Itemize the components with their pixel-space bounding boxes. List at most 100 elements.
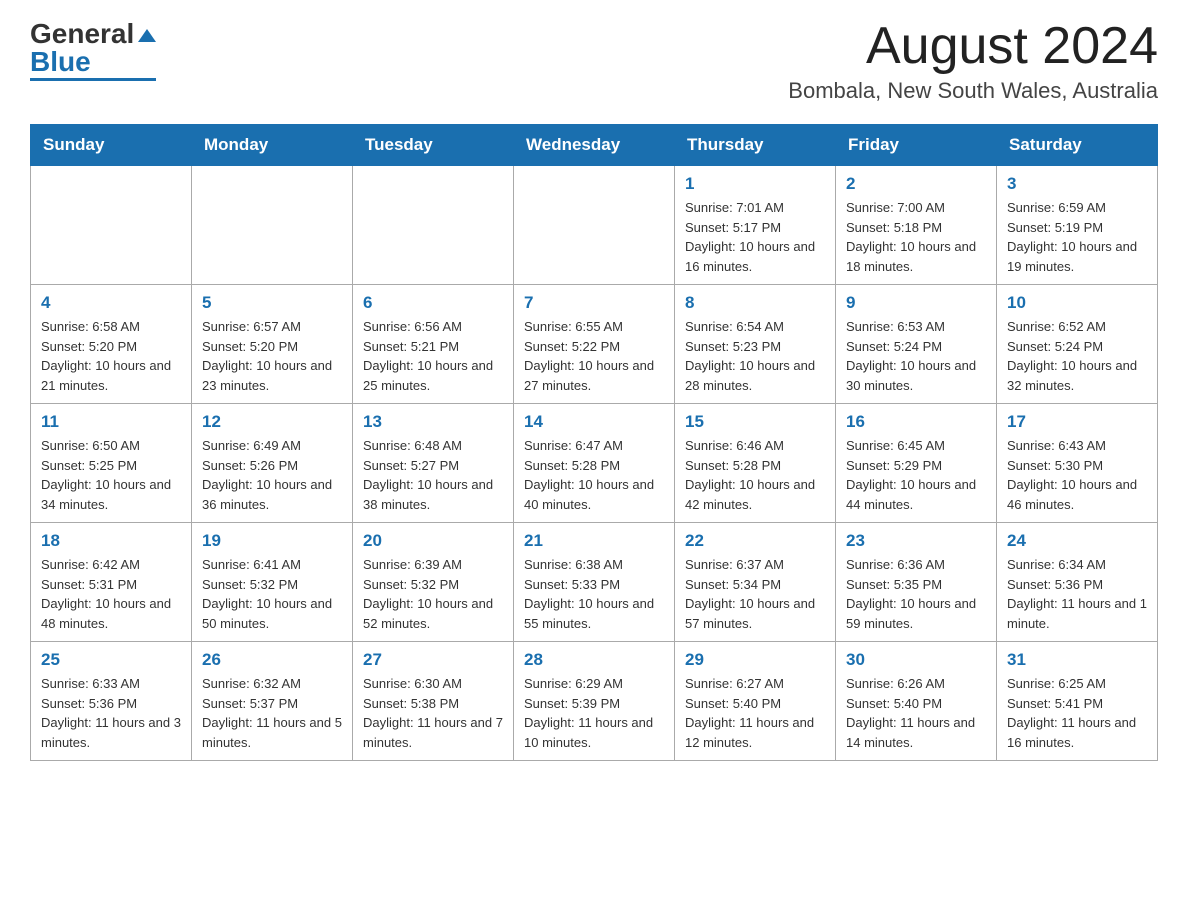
day-info: Sunrise: 6:37 AM Sunset: 5:34 PM Dayligh…: [685, 555, 825, 633]
calendar-cell: [353, 166, 514, 285]
calendar-header-row: Sunday Monday Tuesday Wednesday Thursday…: [31, 125, 1158, 166]
day-number: 8: [685, 293, 825, 313]
calendar-cell: 22 Sunrise: 6:37 AM Sunset: 5:34 PM Dayli…: [675, 523, 836, 642]
day-info: Sunrise: 6:34 AM Sunset: 5:36 PM Dayligh…: [1007, 555, 1147, 633]
day-info: Sunrise: 6:49 AM Sunset: 5:26 PM Dayligh…: [202, 436, 342, 514]
calendar-cell: 6 Sunrise: 6:56 AM Sunset: 5:21 PM Daylig…: [353, 285, 514, 404]
day-info: Sunrise: 6:54 AM Sunset: 5:23 PM Dayligh…: [685, 317, 825, 395]
day-number: 6: [363, 293, 503, 313]
day-number: 22: [685, 531, 825, 551]
day-number: 17: [1007, 412, 1147, 432]
day-number: 30: [846, 650, 986, 670]
day-number: 16: [846, 412, 986, 432]
day-number: 26: [202, 650, 342, 670]
calendar-cell: 8 Sunrise: 6:54 AM Sunset: 5:23 PM Daylig…: [675, 285, 836, 404]
calendar-cell: 13 Sunrise: 6:48 AM Sunset: 5:27 PM Dayli…: [353, 404, 514, 523]
month-title: August 2024: [788, 20, 1158, 72]
day-info: Sunrise: 6:29 AM Sunset: 5:39 PM Dayligh…: [524, 674, 664, 752]
day-number: 15: [685, 412, 825, 432]
location-title: Bombala, New South Wales, Australia: [788, 78, 1158, 104]
calendar-cell: 27 Sunrise: 6:30 AM Sunset: 5:38 PM Dayli…: [353, 642, 514, 761]
calendar-cell: 25 Sunrise: 6:33 AM Sunset: 5:36 PM Dayli…: [31, 642, 192, 761]
day-number: 23: [846, 531, 986, 551]
col-sunday: Sunday: [31, 125, 192, 166]
day-info: Sunrise: 6:56 AM Sunset: 5:21 PM Dayligh…: [363, 317, 503, 395]
day-info: Sunrise: 6:32 AM Sunset: 5:37 PM Dayligh…: [202, 674, 342, 752]
calendar-table: Sunday Monday Tuesday Wednesday Thursday…: [30, 124, 1158, 761]
calendar-cell: 30 Sunrise: 6:26 AM Sunset: 5:40 PM Dayli…: [836, 642, 997, 761]
day-number: 20: [363, 531, 503, 551]
calendar-cell: 4 Sunrise: 6:58 AM Sunset: 5:20 PM Daylig…: [31, 285, 192, 404]
col-tuesday: Tuesday: [353, 125, 514, 166]
day-number: 29: [685, 650, 825, 670]
day-info: Sunrise: 6:26 AM Sunset: 5:40 PM Dayligh…: [846, 674, 986, 752]
col-friday: Friday: [836, 125, 997, 166]
logo-underline: [30, 78, 156, 81]
page-header: General Blue August 2024 Bombala, New So…: [30, 20, 1158, 104]
day-info: Sunrise: 6:33 AM Sunset: 5:36 PM Dayligh…: [41, 674, 181, 752]
calendar-cell: [514, 166, 675, 285]
calendar-cell: 29Sunrise: 6:27 AM Sunset: 5:40 PM Dayli…: [675, 642, 836, 761]
calendar-cell: [31, 166, 192, 285]
day-info: Sunrise: 6:50 AM Sunset: 5:25 PM Dayligh…: [41, 436, 181, 514]
logo-blue-text: Blue: [30, 48, 91, 76]
logo-general-text: General: [30, 20, 134, 48]
calendar-cell: 26 Sunrise: 6:32 AM Sunset: 5:37 PM Dayli…: [192, 642, 353, 761]
calendar-cell: 7Sunrise: 6:55 AM Sunset: 5:22 PM Daylig…: [514, 285, 675, 404]
calendar-cell: 15 Sunrise: 6:46 AM Sunset: 5:28 PM Dayli…: [675, 404, 836, 523]
calendar-cell: 16 Sunrise: 6:45 AM Sunset: 5:29 PM Dayli…: [836, 404, 997, 523]
calendar-cell: 9 Sunrise: 6:53 AM Sunset: 5:24 PM Daylig…: [836, 285, 997, 404]
day-number: 13: [363, 412, 503, 432]
calendar-cell: 17Sunrise: 6:43 AM Sunset: 5:30 PM Dayli…: [997, 404, 1158, 523]
day-info: Sunrise: 6:57 AM Sunset: 5:20 PM Dayligh…: [202, 317, 342, 395]
col-thursday: Thursday: [675, 125, 836, 166]
calendar-cell: 20Sunrise: 6:39 AM Sunset: 5:32 PM Dayli…: [353, 523, 514, 642]
calendar-cell: 24 Sunrise: 6:34 AM Sunset: 5:36 PM Dayli…: [997, 523, 1158, 642]
day-number: 19: [202, 531, 342, 551]
day-number: 12: [202, 412, 342, 432]
title-area: August 2024 Bombala, New South Wales, Au…: [788, 20, 1158, 104]
calendar-cell: 19 Sunrise: 6:41 AM Sunset: 5:32 PM Dayli…: [192, 523, 353, 642]
day-info: Sunrise: 6:47 AM Sunset: 5:28 PM Dayligh…: [524, 436, 664, 514]
calendar-cell: [192, 166, 353, 285]
day-number: 1: [685, 174, 825, 194]
day-info: Sunrise: 6:41 AM Sunset: 5:32 PM Dayligh…: [202, 555, 342, 633]
calendar-cell: 10Sunrise: 6:52 AM Sunset: 5:24 PM Dayli…: [997, 285, 1158, 404]
day-info: Sunrise: 6:52 AM Sunset: 5:24 PM Dayligh…: [1007, 317, 1147, 395]
calendar-cell: 14 Sunrise: 6:47 AM Sunset: 5:28 PM Dayli…: [514, 404, 675, 523]
week-row-4: 25 Sunrise: 6:33 AM Sunset: 5:36 PM Dayli…: [31, 642, 1158, 761]
day-number: 24: [1007, 531, 1147, 551]
day-info: Sunrise: 6:46 AM Sunset: 5:28 PM Dayligh…: [685, 436, 825, 514]
day-number: 5: [202, 293, 342, 313]
day-info: Sunrise: 6:58 AM Sunset: 5:20 PM Dayligh…: [41, 317, 181, 395]
day-number: 14: [524, 412, 664, 432]
day-info: Sunrise: 7:01 AM Sunset: 5:17 PM Dayligh…: [685, 198, 825, 276]
day-info: Sunrise: 6:59 AM Sunset: 5:19 PM Dayligh…: [1007, 198, 1147, 276]
day-info: Sunrise: 6:45 AM Sunset: 5:29 PM Dayligh…: [846, 436, 986, 514]
calendar-cell: 1 Sunrise: 7:01 AM Sunset: 5:17 PM Daylig…: [675, 166, 836, 285]
calendar-cell: 23 Sunrise: 6:36 AM Sunset: 5:35 PM Dayli…: [836, 523, 997, 642]
col-wednesday: Wednesday: [514, 125, 675, 166]
day-number: 25: [41, 650, 181, 670]
day-number: 4: [41, 293, 181, 313]
week-row-1: 4 Sunrise: 6:58 AM Sunset: 5:20 PM Daylig…: [31, 285, 1158, 404]
day-info: Sunrise: 6:30 AM Sunset: 5:38 PM Dayligh…: [363, 674, 503, 752]
day-number: 31: [1007, 650, 1147, 670]
day-number: 27: [363, 650, 503, 670]
day-info: Sunrise: 7:00 AM Sunset: 5:18 PM Dayligh…: [846, 198, 986, 276]
day-info: Sunrise: 6:48 AM Sunset: 5:27 PM Dayligh…: [363, 436, 503, 514]
day-number: 21: [524, 531, 664, 551]
day-number: 7: [524, 293, 664, 313]
logo-triangle-icon: [138, 29, 156, 42]
day-number: 9: [846, 293, 986, 313]
logo: General Blue: [30, 20, 156, 81]
calendar-cell: 12 Sunrise: 6:49 AM Sunset: 5:26 PM Dayli…: [192, 404, 353, 523]
day-info: Sunrise: 6:53 AM Sunset: 5:24 PM Dayligh…: [846, 317, 986, 395]
day-info: Sunrise: 6:36 AM Sunset: 5:35 PM Dayligh…: [846, 555, 986, 633]
day-number: 18: [41, 531, 181, 551]
calendar-cell: 31Sunrise: 6:25 AM Sunset: 5:41 PM Dayli…: [997, 642, 1158, 761]
day-info: Sunrise: 6:38 AM Sunset: 5:33 PM Dayligh…: [524, 555, 664, 633]
calendar-cell: 21 Sunrise: 6:38 AM Sunset: 5:33 PM Dayli…: [514, 523, 675, 642]
day-number: 3: [1007, 174, 1147, 194]
day-number: 11: [41, 412, 181, 432]
